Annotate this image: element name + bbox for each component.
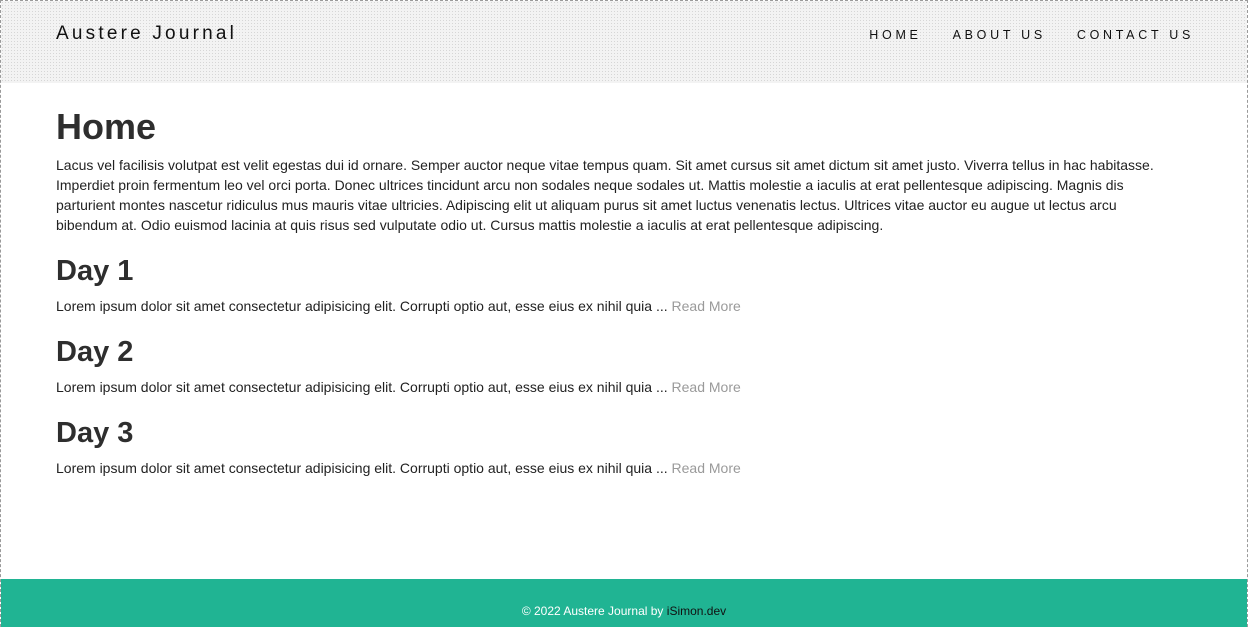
post-excerpt: Lorem ipsum dolor sit amet consectetur a… [56,460,668,476]
post-excerpt-line: Lorem ipsum dolor sit amet consectetur a… [56,296,1166,316]
site-footer: © 2022 Austere Journal by iSimon.dev [1,579,1247,627]
brand-link[interactable]: Austere Journal [56,23,237,45]
nav-about-us-link[interactable]: ABOUT US [953,28,1046,42]
read-more-link[interactable]: Read More [672,379,741,395]
post-excerpt-line: Lorem ipsum dolor sit amet consectetur a… [56,458,1166,478]
intro-paragraph: Lacus vel facilisis volutpat est velit e… [56,157,1154,233]
footer-text: © 2022 Austere Journal by iSimon.dev [1,604,1247,618]
nav-home-link[interactable]: HOME [869,28,921,42]
post-title: Day 3 [56,417,134,449]
copyright-text: © 2022 Austere Journal by [521,604,664,618]
author-link[interactable]: iSimon.dev [667,604,726,618]
page-frame: Austere Journal HOME ABOUT US CONTACT US… [0,0,1248,627]
post-day-1: Day 1 Lorem ipsum dolor sit amet consect… [56,253,1166,316]
post-excerpt-line: Lorem ipsum dolor sit amet consectetur a… [56,377,1166,397]
post-excerpt: Lorem ipsum dolor sit amet consectetur a… [56,379,668,395]
read-more-link[interactable]: Read More [672,460,741,476]
post-day-3: Day 3 Lorem ipsum dolor sit amet consect… [56,415,1166,478]
post-title: Day 1 [56,255,134,287]
nav-contact-us-link[interactable]: CONTACT US [1077,28,1194,42]
main-nav: HOME ABOUT US CONTACT US [869,28,1194,42]
read-more-link[interactable]: Read More [672,298,741,314]
site-header: Austere Journal HOME ABOUT US CONTACT US [1,1,1247,83]
post-day-2: Day 2 Lorem ipsum dolor sit amet consect… [56,334,1166,397]
page-title: Home [56,106,157,147]
main-content: Home Lacus vel facilisis volutpat est ve… [56,101,1166,478]
post-title: Day 2 [56,336,134,368]
post-excerpt: Lorem ipsum dolor sit amet consectetur a… [56,298,668,314]
